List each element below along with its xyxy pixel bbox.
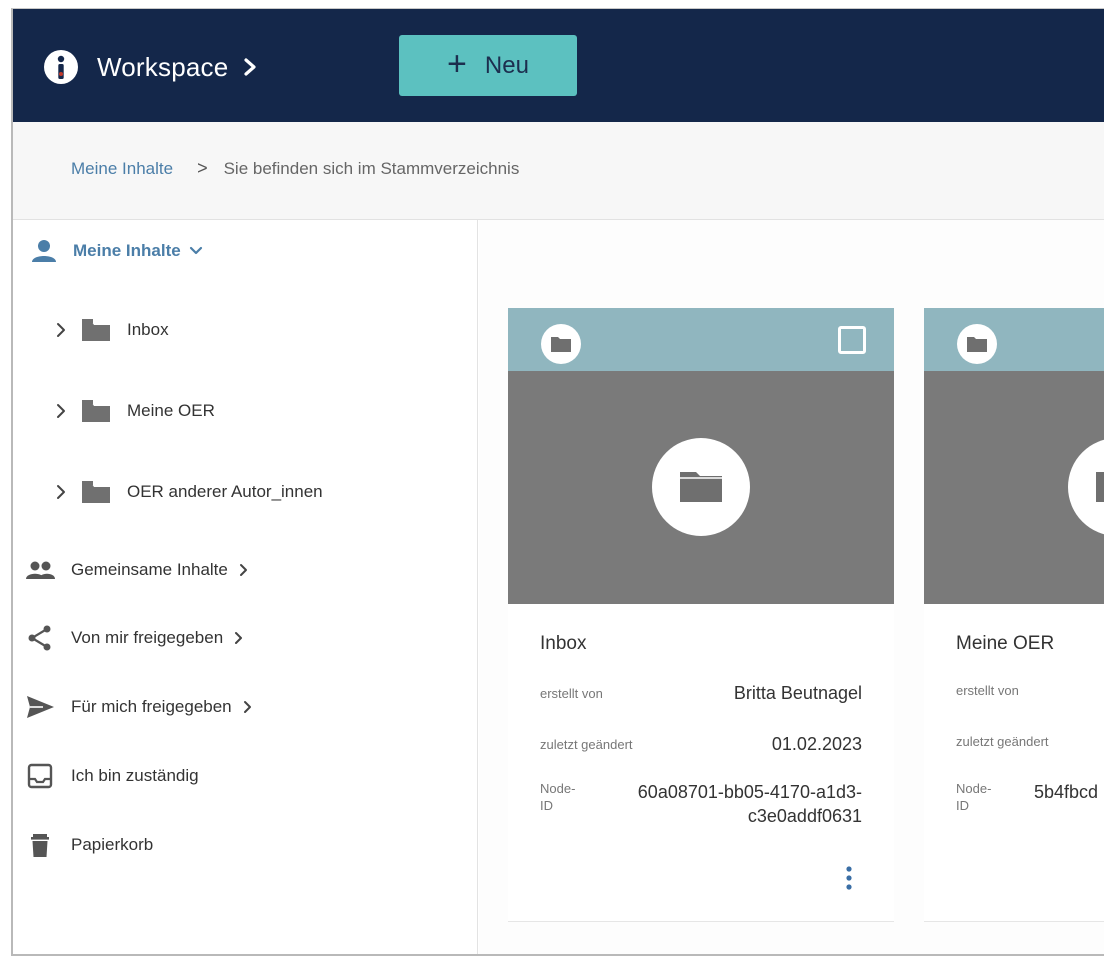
sidebar-item-label: Ich bin zuständig [71, 766, 199, 785]
folder-icon [541, 324, 581, 364]
chevron-right-icon [57, 323, 65, 337]
meta-key: erstellt von [956, 683, 1019, 698]
meta-key-line: Node- [540, 781, 576, 796]
chevron-right-icon [239, 564, 247, 576]
folder-item-oer-anderer[interactable]: OER anderer Autor_innen [55, 480, 323, 504]
send-icon [27, 696, 54, 718]
meta-key-line: Node- [956, 781, 992, 796]
node-id-line: c3e0addf0631 [747, 806, 862, 826]
folder-card-meine-oer[interactable]: Meine OER erstellt von zuletzt geändert … [924, 308, 1104, 922]
meta-key: zuletzt geändert [540, 737, 633, 752]
top-bar: Workspace + Neu [13, 9, 1104, 122]
sidebar: Meine Inhalte Inbox Meine OER OER andere… [13, 220, 478, 954]
breadcrumb-root-link[interactable]: Meine Inhalte [71, 159, 173, 179]
meta-key: erstellt von [540, 686, 603, 701]
chevron-down-icon [189, 246, 202, 255]
folder-card-inbox[interactable]: Inbox erstellt von Britta Beutnagel zule… [508, 308, 894, 922]
meta-value: Britta Beutnagel [733, 683, 862, 703]
chevron-right-icon [244, 58, 256, 76]
more-options-icon[interactable] [839, 864, 859, 894]
select-checkbox[interactable] [838, 326, 866, 354]
breadcrumb-separator: > [197, 158, 208, 178]
meta-key: zuletzt geändert [956, 734, 1049, 749]
breadcrumb: Meine Inhalte > Sie befinden sich im Sta… [71, 158, 519, 179]
sidebar-item-meine-inhalte[interactable]: Meine Inhalte [29, 238, 203, 264]
workspace-menu[interactable]: Workspace [43, 49, 258, 85]
folder-label: Meine OER [127, 401, 215, 420]
meta-key-line: ID [956, 798, 969, 813]
meta-node-id: Node- ID 60a08701-bb05-4170-a1d3- c3e0addf… [540, 780, 862, 828]
meta-value: 60a08701-bb05-4170-a1d3- c3e0addf0631 [638, 780, 862, 828]
folder-item-meine-oer[interactable]: Meine OER [55, 399, 215, 423]
breadcrumb-bar: Meine Inhalte > Sie befinden sich im Sta… [13, 122, 1104, 220]
meta-modified: zuletzt geändert 01.02.2023 [540, 734, 862, 755]
breadcrumb-current: Sie befinden sich im Stammverzeichnis [223, 158, 520, 178]
card-preview [508, 371, 894, 604]
card-title: Meine OER [956, 633, 1055, 654]
chevron-right-icon [57, 404, 65, 418]
folder-icon [652, 438, 750, 536]
meta-created-by: erstellt von [956, 683, 1104, 698]
people-icon [26, 561, 55, 579]
sidebar-item-label: Papierkorb [71, 835, 154, 854]
meta-key: Node- ID [540, 780, 580, 814]
sidebar-item-fuer-mich-freigegeben[interactable]: Für mich freigegeben [25, 694, 253, 720]
new-button-label: Neu [484, 51, 529, 79]
card-header [924, 308, 1104, 371]
chevron-right-icon [57, 485, 65, 499]
sidebar-item-label: Gemeinsame Inhalte [71, 560, 228, 579]
folder-label: OER anderer Autor_innen [127, 482, 323, 501]
sidebar-item-ich-bin-zustaendig[interactable]: Ich bin zuständig [25, 763, 199, 789]
meta-key-line: ID [540, 798, 553, 813]
card-header [508, 308, 894, 371]
sidebar-root-label: Meine Inhalte [73, 241, 181, 260]
share-icon [28, 625, 51, 651]
sidebar-item-von-mir-freigegeben[interactable]: Von mir freigegeben [25, 625, 244, 651]
card-title: Inbox [540, 633, 587, 654]
meta-node-id: Node- ID 5b4fbcd [956, 780, 1104, 814]
inbox-icon [27, 763, 53, 789]
sidebar-item-papierkorb[interactable]: Papierkorb [25, 832, 153, 858]
plus-icon: + [447, 45, 467, 83]
folder-item-inbox[interactable]: Inbox [55, 318, 169, 342]
meta-value: 5b4fbcd [1034, 782, 1099, 802]
meta-modified: zuletzt geändert [956, 734, 1104, 749]
new-button[interactable]: + Neu [399, 35, 577, 96]
folder-icon [82, 481, 110, 503]
chevron-right-icon [243, 701, 251, 713]
trash-icon [31, 834, 49, 857]
sidebar-item-gemeinsame-inhalte[interactable]: Gemeinsame Inhalte [25, 557, 249, 583]
meta-value: 01.02.2023 [771, 734, 862, 754]
meta-key: Node- ID [956, 780, 996, 814]
folder-icon [1068, 439, 1104, 535]
chevron-right-icon [235, 632, 243, 644]
meta-created-by: erstellt von Britta Beutnagel [540, 683, 862, 704]
person-icon [32, 240, 56, 262]
card-preview [924, 371, 1104, 604]
app-window: Workspace + Neu Meine Inhalte > Sie befi… [11, 8, 1104, 956]
folder-icon [957, 324, 997, 364]
info-logo-icon [44, 50, 78, 84]
node-id-line: 60a08701-bb05-4170-a1d3- [637, 782, 862, 802]
sidebar-item-label: Für mich freigegeben [71, 697, 232, 716]
workspace-title: Workspace [97, 51, 229, 82]
folder-icon [82, 400, 110, 422]
sidebar-item-label: Von mir freigegeben [71, 628, 224, 647]
folder-icon [82, 319, 110, 341]
folder-label: Inbox [127, 320, 169, 339]
content-area: Inbox erstellt von Britta Beutnagel zule… [479, 220, 1104, 954]
